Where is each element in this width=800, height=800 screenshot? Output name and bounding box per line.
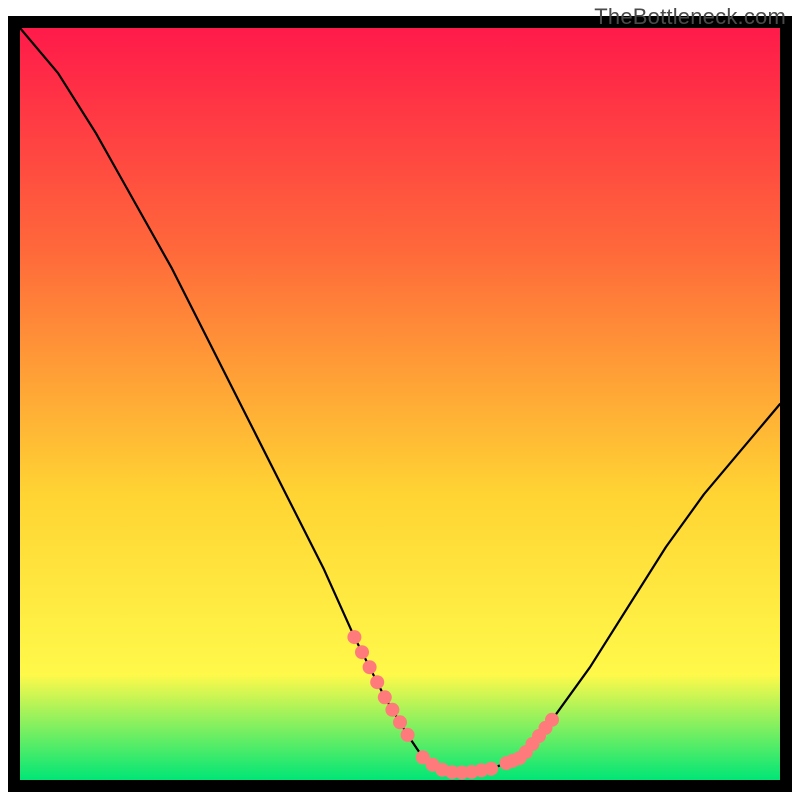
chart-svg (0, 0, 800, 800)
bottleneck-chart: TheBottleneck.com (0, 0, 800, 800)
highlight-dot (385, 703, 399, 717)
highlight-dot (393, 715, 407, 729)
highlight-dot (401, 728, 415, 742)
highlight-dot (378, 690, 392, 704)
highlight-dot (370, 675, 384, 689)
highlight-dot (347, 630, 361, 644)
watermark-text: TheBottleneck.com (594, 4, 786, 30)
highlight-dot (363, 660, 377, 674)
gradient-background (20, 28, 780, 780)
highlight-dot (545, 713, 559, 727)
highlight-dot (484, 762, 498, 776)
highlight-dot (355, 645, 369, 659)
